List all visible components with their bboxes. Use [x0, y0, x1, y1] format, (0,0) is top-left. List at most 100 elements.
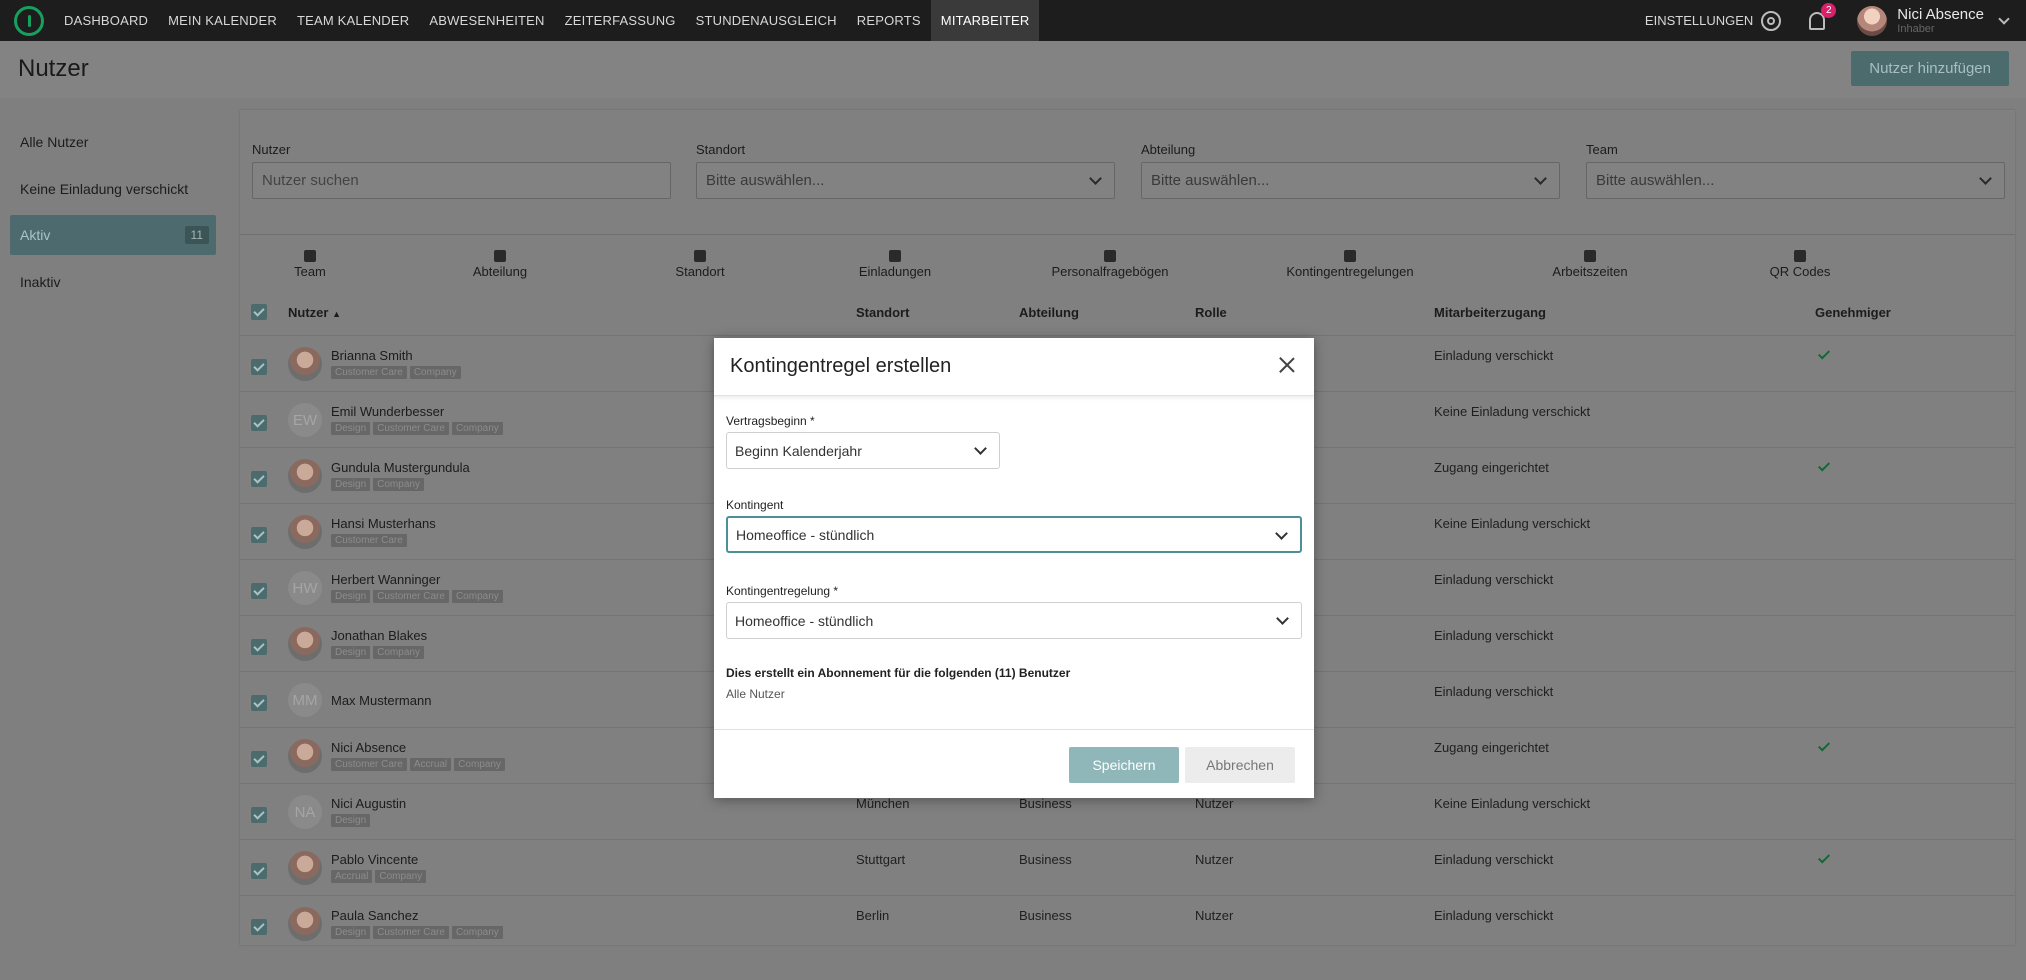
toolbar-einladungen-button[interactable]: Einladungen	[825, 250, 965, 279]
user-tags: Design Customer Care Company	[331, 926, 503, 939]
checkmark-icon	[1817, 739, 1831, 752]
vertragsbeginn-select[interactable]: Beginn Kalenderjahr	[726, 432, 1000, 469]
standort-icon	[694, 250, 706, 262]
toolbar-team-button[interactable]: Team	[240, 250, 380, 279]
user-name-link[interactable]: Brianna Smith	[331, 348, 413, 363]
toolbar-standort-button[interactable]: Standort	[630, 250, 770, 279]
row-checkbox[interactable]	[251, 583, 267, 599]
sidebar-item-all-users[interactable]: Alle Nutzer	[10, 122, 216, 162]
nav-item-zeiterfassung[interactable]: ZEITERFASSUNG	[555, 0, 686, 41]
cell-zugang: Einladung verschickt	[1434, 572, 1554, 587]
sidebar-item-label: Aktiv	[20, 227, 51, 243]
cancel-button[interactable]: Abbrechen	[1185, 747, 1295, 783]
row-checkbox[interactable]	[251, 415, 267, 431]
cell-zugang: Einladung verschickt	[1434, 852, 1554, 867]
user-tags: Design Customer Care Company	[331, 422, 503, 435]
sidebar-item-inactive[interactable]: Inaktiv	[10, 262, 216, 302]
toolbar-qr-codes-button[interactable]: QR Codes	[1730, 250, 1870, 279]
user-name-link[interactable]: Herbert Wanninger	[331, 572, 440, 587]
nav-item-stundenausgleich[interactable]: STUNDENAUSGLEICH	[686, 0, 847, 41]
tag-badge: Customer Care	[373, 422, 449, 435]
chevron-down-icon[interactable]	[1998, 12, 2010, 25]
team-select[interactable]: Bitte auswählen...	[1586, 162, 2005, 199]
table-row[interactable]: Paula Sanchez Design Customer Care Company B…	[240, 897, 2015, 953]
row-checkbox[interactable]	[251, 359, 267, 375]
top-navigation: DASHBOARD MEIN KALENDER TEAM KALENDER ABWES…	[0, 0, 2026, 41]
settings-link[interactable]: EINSTELLUNGEN	[1645, 13, 1753, 28]
bell-icon[interactable]: 2	[1809, 2, 1837, 30]
abteilung-select[interactable]: Bitte auswählen...	[1141, 162, 1560, 199]
user-tags: Design Customer Care Company	[331, 590, 503, 603]
gear-icon[interactable]	[1761, 10, 1782, 31]
nav-item-mein-kalender[interactable]: MEIN KALENDER	[158, 0, 287, 41]
nav-menu: DASHBOARD MEIN KALENDER TEAM KALENDER ABWES…	[54, 0, 1040, 41]
sidebar-item-active[interactable]: Aktiv 11	[10, 215, 216, 255]
column-header-mitarbeiterzugang[interactable]: Mitarbeiterzugang	[1434, 305, 1546, 320]
vertragsbeginn-label: Vertragsbeginn *	[726, 414, 815, 428]
row-checkbox[interactable]	[251, 471, 267, 487]
kontingent-value: Homeoffice - stündlich	[736, 526, 875, 543]
kontingentregelung-select[interactable]: Homeoffice - stündlich	[726, 602, 1302, 639]
user-name-link[interactable]: Pablo Vincente	[331, 852, 418, 867]
kontingent-select[interactable]: Homeoffice - stündlich	[726, 516, 1302, 553]
filter-label-nutzer: Nutzer	[252, 142, 291, 157]
avatar: NA	[288, 795, 322, 829]
search-input[interactable]: Nutzer suchen	[252, 162, 671, 199]
column-header-nutzer[interactable]: Nutzer ▲	[288, 305, 341, 320]
user-name-link[interactable]: Nici Absence	[331, 740, 406, 755]
add-user-button[interactable]: Nutzer hinzufügen	[1851, 51, 2009, 86]
cell-zugang: Keine Einladung verschickt	[1434, 796, 1591, 811]
sidebar-item-count: 11	[184, 226, 209, 244]
user-name-link[interactable]: Emil Wunderbesser	[331, 404, 444, 419]
sidebar-item-no-invite[interactable]: Keine Einladung verschickt	[10, 169, 216, 209]
user-name-link[interactable]: Max Mustermann	[331, 693, 431, 708]
sidebar-item-label: Alle Nutzer	[20, 134, 89, 150]
user-role: Inhaber	[1897, 22, 1935, 35]
nav-item-mitarbeiter[interactable]: MITARBEITER	[930, 0, 1040, 41]
select-all-checkbox[interactable]	[251, 304, 267, 320]
row-checkbox[interactable]	[251, 751, 267, 767]
chevron-down-icon	[1534, 172, 1547, 185]
cell-zugang: Einladung verschickt	[1434, 628, 1554, 643]
user-name-link[interactable]: Nici Augustin	[331, 796, 406, 811]
nav-item-reports[interactable]: REPORTS	[847, 0, 931, 41]
nav-item-team-kalender[interactable]: TEAM KALENDER	[287, 0, 419, 41]
dialog-header: Kontingentregel erstellen	[714, 338, 1314, 396]
toolbar-personalfragebögen-button[interactable]: Personalfragebögen	[1040, 250, 1180, 279]
user-menu[interactable]: Nici Absence Inhaber	[1897, 6, 1984, 35]
row-checkbox[interactable]	[251, 863, 267, 879]
nav-item-abwesenheiten[interactable]: ABWESENHEITEN	[419, 0, 554, 41]
row-checkbox[interactable]	[251, 695, 267, 711]
tag-badge: Customer Care	[331, 758, 407, 771]
toolbar-label: Personalfragebögen	[1051, 264, 1169, 279]
table-row[interactable]: Pablo Vincente Accrual Company Stuttgart Bus…	[240, 841, 2015, 897]
toolbar-abteilung-button[interactable]: Abteilung	[430, 250, 570, 279]
avatar[interactable]	[1857, 5, 1888, 36]
avatar: EW	[288, 403, 322, 437]
save-button[interactable]: Speichern	[1069, 747, 1179, 783]
row-checkbox[interactable]	[251, 527, 267, 543]
logo-icon[interactable]	[14, 5, 44, 36]
user-name-link[interactable]: Gundula Mustergundula	[331, 460, 470, 475]
nav-item-dashboard[interactable]: DASHBOARD	[54, 0, 158, 41]
column-header-standort[interactable]: Standort	[856, 305, 909, 320]
cell-zugang: Keine Einladung verschickt	[1434, 516, 1591, 531]
column-header-genehmiger[interactable]: Genehmiger	[1815, 305, 1891, 320]
user-name-link[interactable]: Hansi Musterhans	[331, 516, 436, 531]
cell-rolle: Nutzer	[1195, 796, 1234, 811]
row-checkbox[interactable]	[251, 807, 267, 823]
avatar	[288, 851, 322, 885]
column-header-abteilung[interactable]: Abteilung	[1019, 305, 1079, 320]
kontingentregelungen-icon	[1344, 250, 1356, 262]
toolbar-arbeitszeiten-button[interactable]: Arbeitszeiten	[1520, 250, 1660, 279]
close-icon[interactable]	[1278, 356, 1296, 374]
tag-badge: Accrual	[331, 870, 373, 883]
user-name-link[interactable]: Paula Sanchez	[331, 908, 418, 923]
row-checkbox[interactable]	[251, 639, 267, 655]
user-name-link[interactable]: Jonathan Blakes	[331, 628, 427, 643]
dialog-title: Kontingentregel erstellen	[730, 355, 952, 377]
row-checkbox[interactable]	[251, 919, 267, 935]
toolbar-kontingentregelungen-button[interactable]: Kontingentregelungen	[1280, 250, 1420, 279]
column-header-rolle[interactable]: Rolle	[1195, 305, 1227, 320]
standort-select[interactable]: Bitte auswählen...	[696, 162, 1115, 199]
